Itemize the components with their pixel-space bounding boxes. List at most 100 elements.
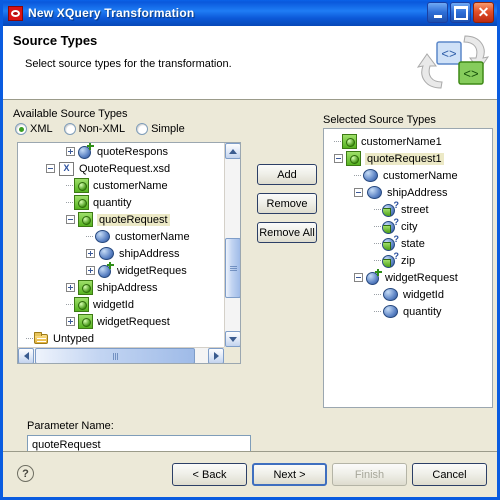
collapse-icon[interactable] <box>354 273 363 282</box>
attribute-icon: ? <box>382 201 399 217</box>
expand-icon[interactable] <box>86 266 95 275</box>
xquery-app-icon <box>8 5 23 21</box>
xsd-file-icon: X <box>59 161 74 176</box>
hscroll-thumb[interactable] <box>35 348 195 363</box>
global-element-icon <box>78 314 93 329</box>
tree-row[interactable]: widgetReques <box>18 262 224 279</box>
expand-icon[interactable] <box>66 317 75 326</box>
scroll-up-button[interactable] <box>225 143 240 159</box>
available-tree[interactable]: quoteRespons X QuoteRequest.xsd customerNam… <box>18 143 224 347</box>
maximize-icon[interactable] <box>450 2 471 23</box>
tree-row[interactable]: customerName1 <box>324 133 492 150</box>
radio-non-xml[interactable]: Non-XML <box>63 123 126 135</box>
tree-row[interactable]: ? street <box>324 201 492 218</box>
global-element-icon <box>342 134 357 149</box>
tree-row-label: widgetRequest <box>385 271 458 284</box>
global-element-icon <box>74 195 89 210</box>
local-element-icon <box>99 247 114 260</box>
tree-row[interactable]: quantity <box>18 194 224 211</box>
tree-row[interactable]: quoteRespons <box>18 143 224 160</box>
tree-row-label: quoteRespons <box>97 145 168 158</box>
tree-row[interactable]: widgetId <box>18 296 224 313</box>
tree-row[interactable]: ? state <box>324 235 492 252</box>
radio-simple[interactable]: Simple <box>136 123 185 135</box>
close-icon[interactable]: ✕ <box>473 2 494 23</box>
tree-row-label: widgetId <box>93 298 134 311</box>
scroll-right-button[interactable] <box>208 348 224 363</box>
vscroll-thumb[interactable] <box>225 238 240 298</box>
page-title: Source Types <box>13 33 98 48</box>
tree-row[interactable]: customerName <box>324 167 492 184</box>
help-icon[interactable]: ? <box>17 465 34 482</box>
tree-row[interactable]: quoteRequest1 <box>324 150 492 167</box>
available-source-types-panel[interactable]: quoteRespons X QuoteRequest.xsd customerNam… <box>17 142 241 364</box>
radio-simple-dot <box>136 123 149 135</box>
tree-row[interactable]: shipAddress <box>18 279 224 296</box>
parameter-name-label: Parameter Name: <box>27 420 114 432</box>
xml-transformation-icon: <> <> <box>417 35 489 89</box>
next-button[interactable]: Next > <box>252 463 327 486</box>
tree-row-label: widgetRequest <box>97 315 170 328</box>
tree-connector <box>86 236 93 237</box>
expand-icon[interactable] <box>66 147 75 156</box>
cancel-button[interactable]: Cancel <box>412 463 487 486</box>
tree-row-label: state <box>401 237 425 250</box>
dialog-window: New XQuery Transformation ✕ Source Types… <box>0 0 500 500</box>
tree-row-label: customerName <box>383 169 458 182</box>
global-element-icon <box>74 178 89 193</box>
collapse-icon[interactable] <box>334 154 343 163</box>
radio-xml-dot <box>15 123 27 135</box>
tree-row-label: widgetReques <box>117 264 187 277</box>
attribute-icon: ? <box>382 252 399 268</box>
tree-row[interactable]: ? zip <box>324 252 492 269</box>
tree-row[interactable]: widgetRequest <box>18 313 224 330</box>
collapse-icon[interactable] <box>66 215 75 224</box>
remove-button[interactable]: Remove <box>257 193 317 214</box>
tree-row[interactable]: customerName <box>18 228 224 245</box>
tree-row[interactable]: shipAddress <box>324 184 492 201</box>
tree-row[interactable]: widgetId <box>324 286 492 303</box>
tree-row[interactable]: quantity <box>324 303 492 320</box>
selected-source-types-label: Selected Source Types <box>323 114 436 126</box>
tree-row[interactable]: customerName <box>18 177 224 194</box>
scroll-down-button[interactable] <box>225 331 240 347</box>
collapse-icon[interactable] <box>354 188 363 197</box>
tree-row-label: shipAddress <box>97 281 158 294</box>
tree-connector <box>374 294 381 295</box>
radio-xml[interactable]: XML <box>15 123 53 135</box>
scroll-left-button[interactable] <box>18 348 34 363</box>
tree-row[interactable]: ? city <box>324 218 492 235</box>
tree-connector <box>66 304 73 305</box>
tree-row[interactable]: Untyped <box>18 330 224 347</box>
tree-connector <box>374 311 381 312</box>
local-element-icon <box>95 230 110 243</box>
tree-row[interactable]: quoteRequest <box>18 211 224 228</box>
tree-row-label: street <box>401 203 429 216</box>
folder-icon <box>34 331 49 346</box>
tree-row-label: quantity <box>403 305 442 318</box>
tree-row[interactable]: widgetRequest <box>324 269 492 286</box>
remove-all-button[interactable]: Remove All <box>257 222 317 243</box>
collapse-icon[interactable] <box>46 164 55 173</box>
available-tree-vscrollbar[interactable] <box>224 143 240 347</box>
expand-icon[interactable] <box>66 283 75 292</box>
global-element-icon <box>78 280 93 295</box>
dialog-body: Available Source Types XML Non-XML Simpl… <box>3 100 497 455</box>
tree-row[interactable]: shipAddress <box>18 245 224 262</box>
back-button[interactable]: < Back <box>172 463 247 486</box>
radio-non-xml-label: Non-XML <box>78 123 126 135</box>
tree-row-label: QuoteRequest.xsd <box>79 162 171 175</box>
window-controls: ✕ <box>427 2 494 23</box>
title-bar: New XQuery Transformation ✕ <box>3 0 497 26</box>
tree-row[interactable]: X QuoteRequest.xsd <box>18 160 224 177</box>
minimize-icon[interactable] <box>427 2 448 23</box>
local-element-icon <box>363 169 378 182</box>
tree-row-label: shipAddress <box>387 186 448 199</box>
element-ref-icon <box>98 262 114 278</box>
selected-source-types-panel[interactable]: customerName1 quoteRequest1 customerName sh… <box>323 128 493 408</box>
global-element-icon <box>74 297 89 312</box>
add-button[interactable]: Add <box>257 164 317 185</box>
selected-tree[interactable]: customerName1 quoteRequest1 customerName sh… <box>324 133 492 320</box>
expand-icon[interactable] <box>86 249 95 258</box>
available-tree-hscrollbar[interactable] <box>18 347 224 363</box>
